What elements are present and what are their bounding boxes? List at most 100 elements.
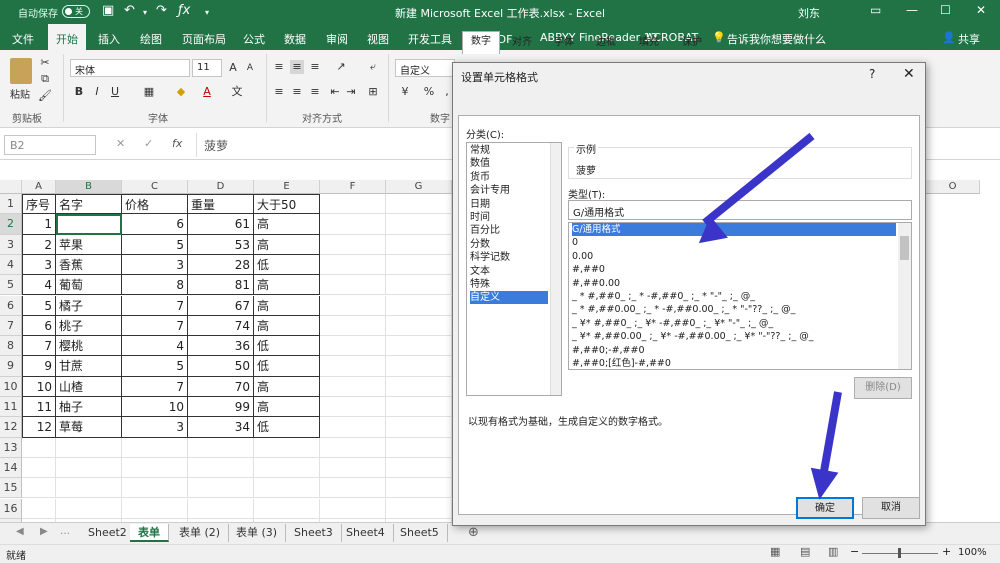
- tab-insert[interactable]: 插入: [98, 31, 120, 47]
- page-break-view-icon[interactable]: ▥: [828, 545, 838, 558]
- row-header[interactable]: 4: [0, 254, 22, 276]
- row-header[interactable]: 8: [0, 336, 22, 357]
- tab-page-layout[interactable]: 页面布局: [182, 31, 226, 47]
- row-header[interactable]: 14: [0, 457, 22, 479]
- header-cell[interactable]: 重量: [188, 194, 254, 215]
- align-left-icon[interactable]: ≡: [272, 85, 286, 99]
- empty-cell[interactable]: [320, 498, 386, 519]
- row-header[interactable]: 3: [0, 234, 22, 255]
- font-color-icon[interactable]: A: [200, 85, 214, 99]
- empty-cell[interactable]: [56, 498, 122, 519]
- table-cell[interactable]: 9: [22, 356, 56, 377]
- close-window-icon[interactable]: ✕: [976, 3, 986, 17]
- align-center-icon[interactable]: ≡: [290, 85, 304, 99]
- name-box[interactable]: B2: [4, 135, 96, 155]
- type-item[interactable]: _ * #,##0.00_ ;_ * -#,##0.00_ ;_ * "-"??…: [572, 303, 795, 316]
- table-cell[interactable]: 34: [188, 417, 254, 438]
- row-header[interactable]: 9: [0, 356, 22, 377]
- select-all-corner[interactable]: [0, 180, 22, 194]
- table-cell[interactable]: 1: [22, 214, 56, 235]
- empty-cell[interactable]: [320, 234, 386, 255]
- category-item[interactable]: 科学记数: [470, 251, 510, 264]
- column-header[interactable]: C: [122, 180, 188, 194]
- empty-cell[interactable]: [122, 457, 188, 479]
- column-header[interactable]: E: [254, 180, 320, 194]
- bold-button[interactable]: B: [72, 85, 86, 99]
- tab-developer[interactable]: 开发工具: [408, 31, 452, 47]
- empty-cell[interactable]: [188, 498, 254, 519]
- column-header[interactable]: B: [56, 180, 122, 194]
- empty-cell[interactable]: [254, 457, 320, 479]
- table-cell[interactable]: 葡萄: [56, 275, 122, 296]
- dialog-close-icon[interactable]: ✕: [903, 66, 915, 82]
- empty-cell[interactable]: [320, 457, 386, 479]
- paste-icon[interactable]: [10, 58, 32, 84]
- empty-cell[interactable]: [386, 234, 452, 255]
- tell-me-search[interactable]: 告诉我你想要做什么: [727, 31, 826, 47]
- category-item[interactable]: 日期: [470, 198, 490, 211]
- empty-cell[interactable]: [254, 437, 320, 458]
- table-cell[interactable]: 低: [254, 356, 320, 377]
- type-item[interactable]: 0: [572, 236, 578, 249]
- minimize-icon[interactable]: —: [906, 3, 918, 17]
- table-cell[interactable]: 8: [122, 275, 188, 296]
- table-cell[interactable]: 3: [122, 254, 188, 276]
- align-top-icon[interactable]: ≡: [272, 60, 286, 74]
- table-cell[interactable]: 柚子: [56, 397, 122, 418]
- type-item[interactable]: #,##0: [572, 263, 605, 276]
- user-name[interactable]: 刘东: [798, 5, 820, 21]
- empty-cell[interactable]: [386, 457, 452, 479]
- empty-cell[interactable]: [56, 457, 122, 479]
- wrap-text-icon[interactable]: ⤶: [366, 60, 380, 74]
- zoom-out-icon[interactable]: −: [850, 545, 859, 558]
- share-icon[interactable]: 👤: [942, 31, 956, 44]
- category-item[interactable]: 百分比: [470, 224, 500, 237]
- table-cell[interactable]: 7: [122, 315, 188, 337]
- dialog-tab-border[interactable]: 边框: [588, 33, 624, 53]
- category-item[interactable]: 会计专用: [470, 184, 510, 197]
- page-layout-view-icon[interactable]: ▤: [800, 545, 810, 558]
- empty-cell[interactable]: [188, 457, 254, 479]
- row-header[interactable]: 16: [0, 498, 22, 519]
- add-sheet-icon[interactable]: ⊕: [468, 525, 479, 540]
- font-size-select[interactable]: 11: [192, 59, 222, 77]
- tab-file[interactable]: 文件: [12, 31, 34, 47]
- empty-cell[interactable]: [122, 437, 188, 458]
- header-cell[interactable]: 大于50: [254, 194, 320, 215]
- header-cell[interactable]: 价格: [122, 194, 188, 215]
- cut-icon[interactable]: ✂: [38, 56, 52, 70]
- table-cell[interactable]: 高: [254, 295, 320, 316]
- column-header[interactable]: D: [188, 180, 254, 194]
- table-cell[interactable]: 高: [254, 275, 320, 296]
- empty-cell[interactable]: [320, 437, 386, 458]
- table-cell[interactable]: 61: [188, 214, 254, 235]
- empty-cell[interactable]: [386, 498, 452, 519]
- empty-cell[interactable]: [320, 356, 386, 377]
- row-header[interactable]: 2: [0, 214, 22, 235]
- row-header[interactable]: 15: [0, 478, 22, 499]
- type-item[interactable]: #,##0.00: [572, 277, 620, 290]
- font-name-select[interactable]: 宋体: [70, 59, 190, 77]
- cancel-button[interactable]: 取消: [862, 497, 920, 519]
- empty-cell[interactable]: [188, 437, 254, 458]
- table-cell[interactable]: 53: [188, 234, 254, 255]
- header-cell[interactable]: 序号: [22, 194, 56, 215]
- empty-cell[interactable]: [320, 397, 386, 418]
- empty-cell[interactable]: [22, 437, 56, 458]
- table-cell[interactable]: 67: [188, 295, 254, 316]
- column-header[interactable]: F: [320, 180, 386, 194]
- table-cell[interactable]: 3: [122, 417, 188, 438]
- merge-center-icon[interactable]: ⊞: [366, 85, 380, 99]
- tab-view[interactable]: 视图: [367, 31, 389, 47]
- zoom-slider-thumb[interactable]: [898, 548, 901, 558]
- table-cell[interactable]: 5: [122, 234, 188, 255]
- zoom-in-icon[interactable]: +: [942, 545, 951, 558]
- sheet-tab[interactable]: Sheet4: [338, 524, 394, 542]
- sheet-tab[interactable]: Sheet2: [80, 524, 136, 542]
- align-right-icon[interactable]: ≡: [308, 85, 322, 99]
- empty-cell[interactable]: [188, 478, 254, 499]
- help-button[interactable]: ?: [869, 67, 875, 81]
- increase-indent-icon[interactable]: ⇥: [344, 85, 358, 99]
- table-cell[interactable]: 5: [122, 356, 188, 377]
- empty-cell[interactable]: [386, 336, 452, 357]
